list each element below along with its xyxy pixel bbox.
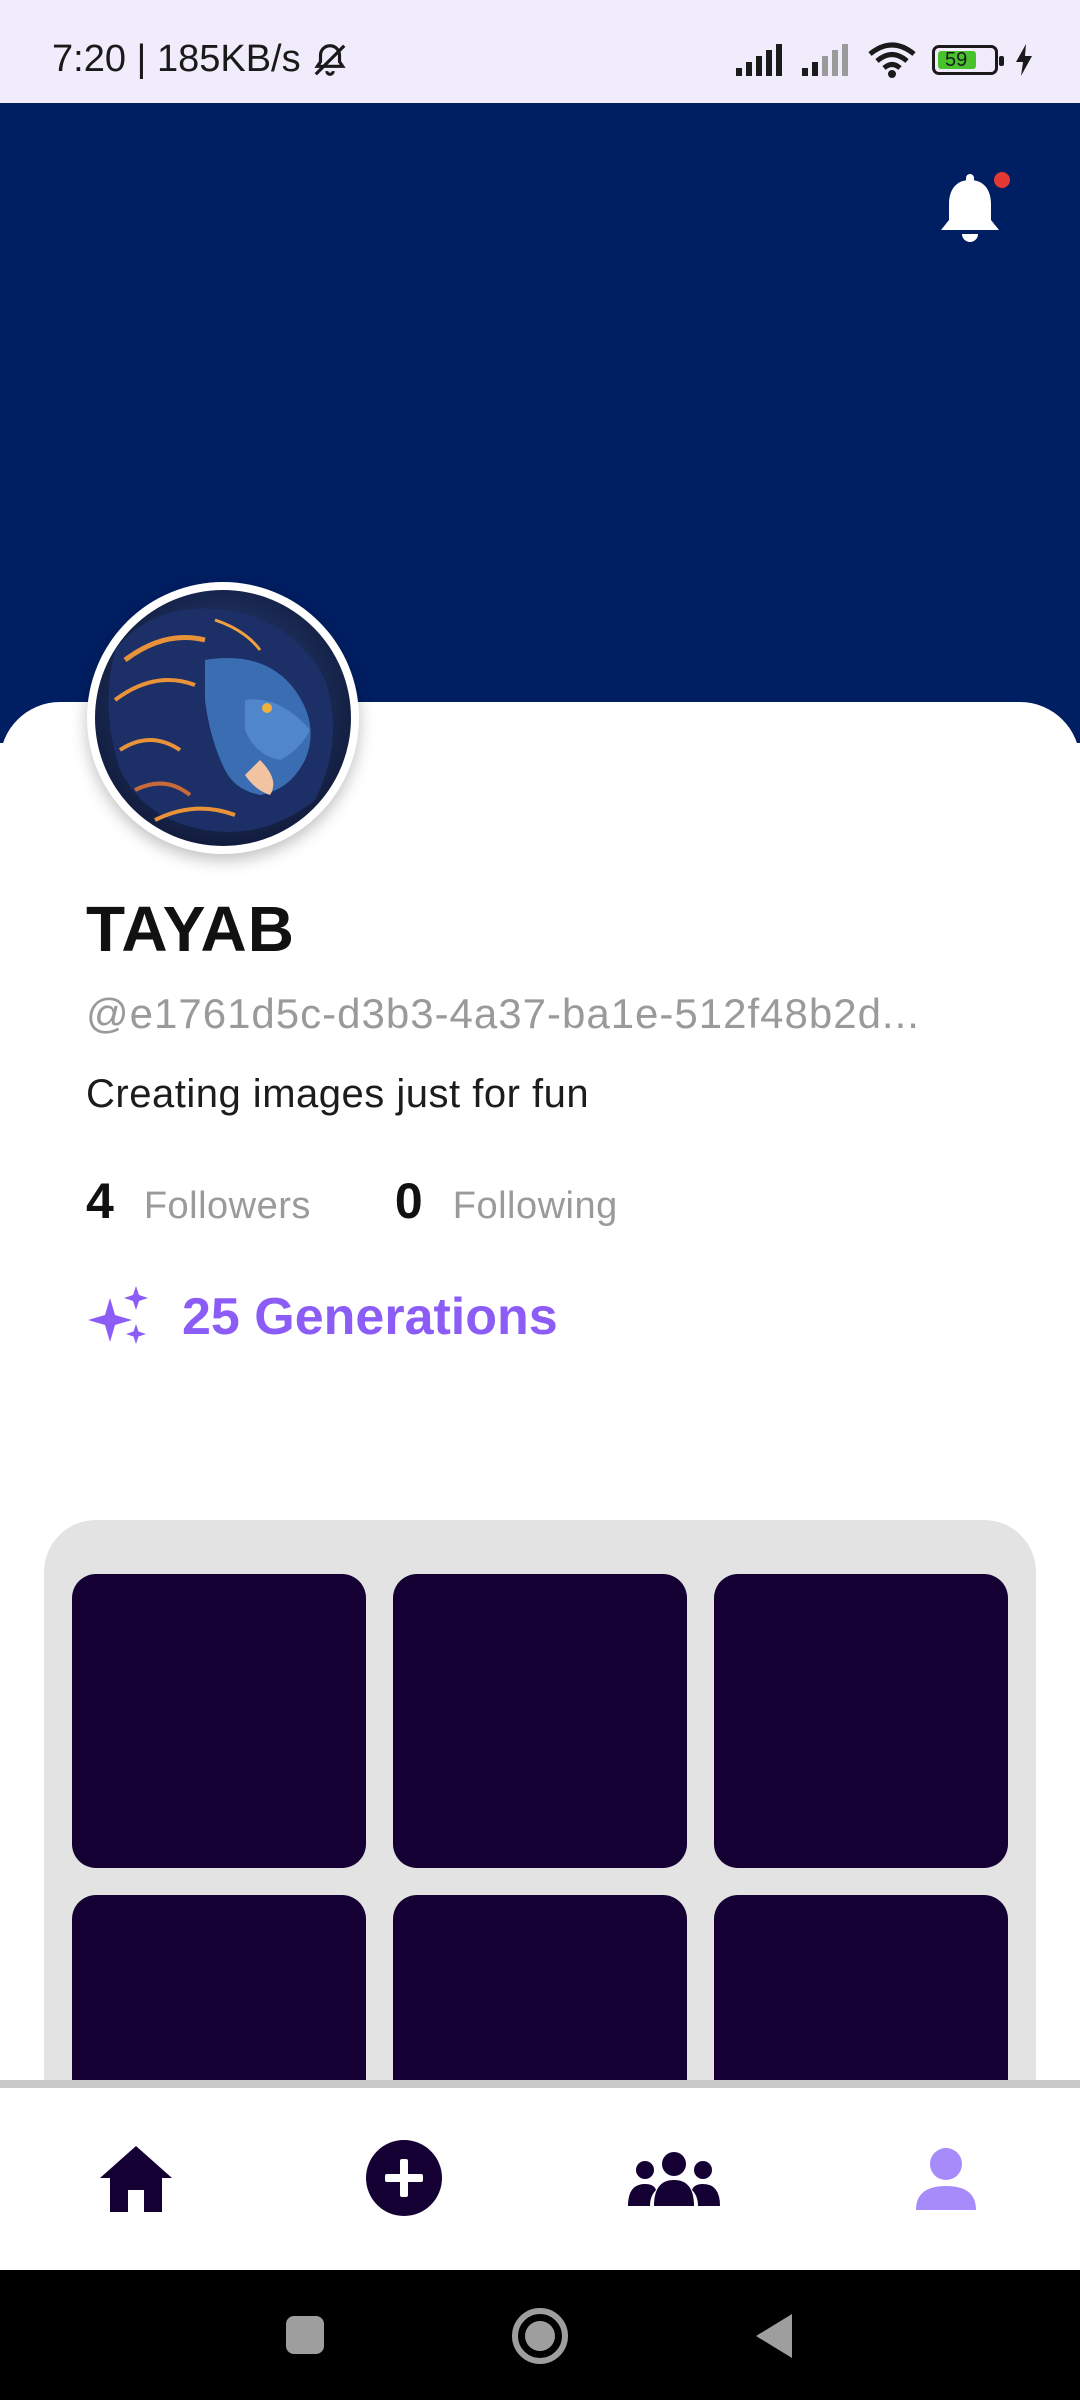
nav-community[interactable]: [614, 2118, 734, 2238]
signal-weak-icon: [802, 44, 848, 76]
avatar-container[interactable]: [87, 582, 359, 854]
community-icon: [628, 2152, 720, 2206]
sparkles-icon: [88, 1286, 148, 1344]
mute-bell-icon: [313, 43, 346, 76]
system-navigation-bar: [0, 2270, 1080, 2400]
notification-dot: [994, 172, 1010, 188]
avatar: [95, 590, 351, 846]
bottom-nav-divider: [0, 2080, 1080, 2088]
battery-icon: 59: [932, 45, 1004, 75]
bottom-navigation: [0, 2088, 1080, 2270]
home-icon: [100, 2146, 172, 2212]
notifications-button[interactable]: [934, 172, 1010, 252]
following-count[interactable]: 0: [395, 1172, 423, 1230]
gallery-tile[interactable]: [714, 1574, 1008, 1868]
generations-count: 25 Generations: [182, 1288, 558, 1346]
status-bar: 7:20 | 185KB/s 59: [0, 0, 1080, 103]
recents-icon[interactable]: [284, 2314, 326, 2356]
signal-icon: [736, 44, 782, 76]
battery-level: 59: [945, 49, 968, 71]
home-circle-icon[interactable]: [510, 2306, 570, 2366]
status-left: 7:20 | 185KB/s: [52, 38, 349, 81]
add-circle-icon: [366, 2140, 442, 2216]
gallery-tile[interactable]: [393, 1895, 687, 2100]
profile-stats: 4 Followers 0 Following: [86, 1172, 618, 1230]
profile-icon: [916, 2148, 976, 2210]
nav-profile[interactable]: [886, 2118, 1006, 2238]
gallery-tile[interactable]: [393, 1574, 687, 1868]
generations-row: 25 Generations: [86, 1284, 558, 1350]
gallery-tile[interactable]: [72, 1895, 366, 2100]
nav-home[interactable]: [76, 2118, 196, 2238]
profile-name: TAYAB: [86, 893, 295, 965]
charging-bolt-icon: [1016, 44, 1032, 76]
wifi-icon: [868, 42, 916, 78]
generations-gallery: [44, 1520, 1036, 2100]
lion-avatar-image: [95, 590, 351, 846]
status-time-speed: 7:20 | 185KB/s: [52, 38, 301, 80]
profile-handle: @e1761d5c-d3b3-4a37-ba1e-512f48b2d...: [86, 990, 920, 1037]
followers-count[interactable]: 4: [86, 1172, 114, 1230]
profile-bio: Creating images just for fun: [86, 1072, 590, 1116]
status-right: 59: [736, 42, 1034, 78]
nav-create[interactable]: [344, 2118, 464, 2238]
gallery-tile[interactable]: [714, 1895, 1008, 2100]
back-icon[interactable]: [752, 2312, 796, 2360]
gallery-tile[interactable]: [72, 1574, 366, 1868]
following-label[interactable]: Following: [453, 1185, 618, 1228]
followers-label[interactable]: Followers: [144, 1185, 311, 1228]
